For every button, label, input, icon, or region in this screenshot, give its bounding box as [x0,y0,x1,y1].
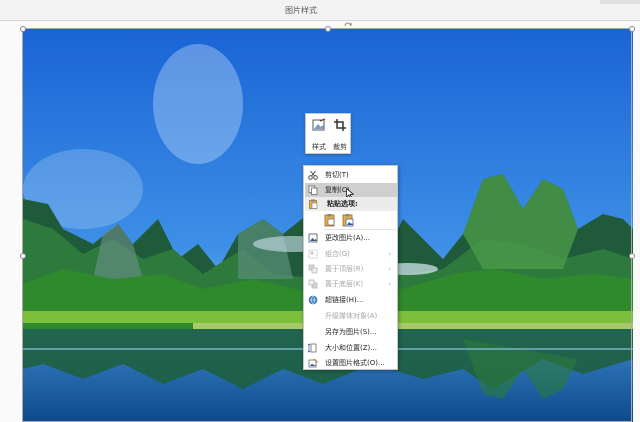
menu-item-size-position[interactable]: 大小和位置(Z)... [305,341,397,355]
resize-handle-left[interactable] [20,253,26,259]
ribbon-group-label: 图片样式 [285,6,317,15]
menu-cut-label: 剪切(T) [325,171,349,179]
hyperlink-icon [308,295,318,305]
rotate-handle-icon[interactable] [343,20,353,28]
menu-item-hyperlink[interactable]: 超链接(H)... [305,293,397,307]
paste-option-picture[interactable] [341,212,355,227]
menu-item-group[interactable]: 组合(G) › [305,247,397,261]
change-picture-icon [308,233,318,243]
menu-item-cut[interactable]: 剪切(T) [305,168,397,182]
menu-upgrade-media-label: 升级媒体对象(A) [325,312,378,320]
paste-keep-formatting-icon [324,214,335,227]
crop-label: 裁剪 [333,143,347,151]
paste-option-keep-formatting[interactable] [323,212,337,227]
group-icon [308,249,318,259]
resize-handle-right[interactable] [629,253,635,259]
menu-size-position-label: 大小和位置(Z)... [325,344,377,352]
resize-handle-top[interactable] [325,26,331,32]
menu-group-label: 组合(G) [325,250,350,258]
menu-bring-to-front-label: 置于顶层(R) [325,265,364,273]
menu-item-copy[interactable]: 复制(C) [305,183,397,199]
submenu-arrow-icon: › [388,250,391,258]
style-button[interactable]: 样式 [309,117,329,151]
menu-paste-options-header: 粘贴选项: [305,197,397,211]
crop-icon [334,119,346,131]
menu-save-as-picture-label: 另存为图片(S)... [325,328,377,336]
bring-front-icon [308,264,318,274]
copy-icon [308,185,318,195]
menu-item-format-picture[interactable]: 设置图片格式(O)... [305,356,397,370]
menu-item-bring-to-front[interactable]: 置于顶层(R) › [305,262,397,276]
menu-format-picture-label: 设置图片格式(O)... [325,359,385,367]
submenu-arrow-icon: › [388,280,391,288]
format-picture-icon [308,358,318,368]
ribbon-bar: 图片样式 [0,0,640,21]
resize-handle-top-right[interactable] [629,26,635,32]
menu-item-change-picture[interactable]: 更改图片(A)... [305,231,397,245]
paste-icon [309,199,318,209]
menu-hyperlink-label: 超链接(H)... [325,296,364,304]
style-label: 样式 [312,143,326,151]
menu-paste-options-label: 粘贴选项: [327,200,358,208]
menu-item-send-to-back[interactable]: 置于底层(K) › [305,277,397,291]
resize-handle-top-left[interactable] [20,26,26,32]
menu-change-picture-label: 更改图片(A)... [325,234,370,242]
style-icon [312,118,326,131]
mini-toolbar: 样式 裁剪 [305,113,351,154]
submenu-arrow-icon: › [388,265,391,273]
context-menu: 剪切(T) 复制(C) 粘贴选项: 更改图片(A)... 组合(G) › 置于顶… [303,165,398,370]
send-back-icon [308,279,318,289]
paste-picture-icon [342,214,354,227]
menu-separator [324,229,396,230]
scissors-icon [308,170,318,180]
crop-button[interactable]: 裁剪 [330,117,350,151]
menu-item-upgrade-media[interactable]: 升级媒体对象(A) [305,309,397,323]
menu-item-save-as-picture[interactable]: 另存为图片(S)... [305,325,397,339]
menu-send-to-back-label: 置于底层(K) [325,280,364,288]
size-position-icon [308,343,317,353]
ribbon-edge [600,0,640,4]
